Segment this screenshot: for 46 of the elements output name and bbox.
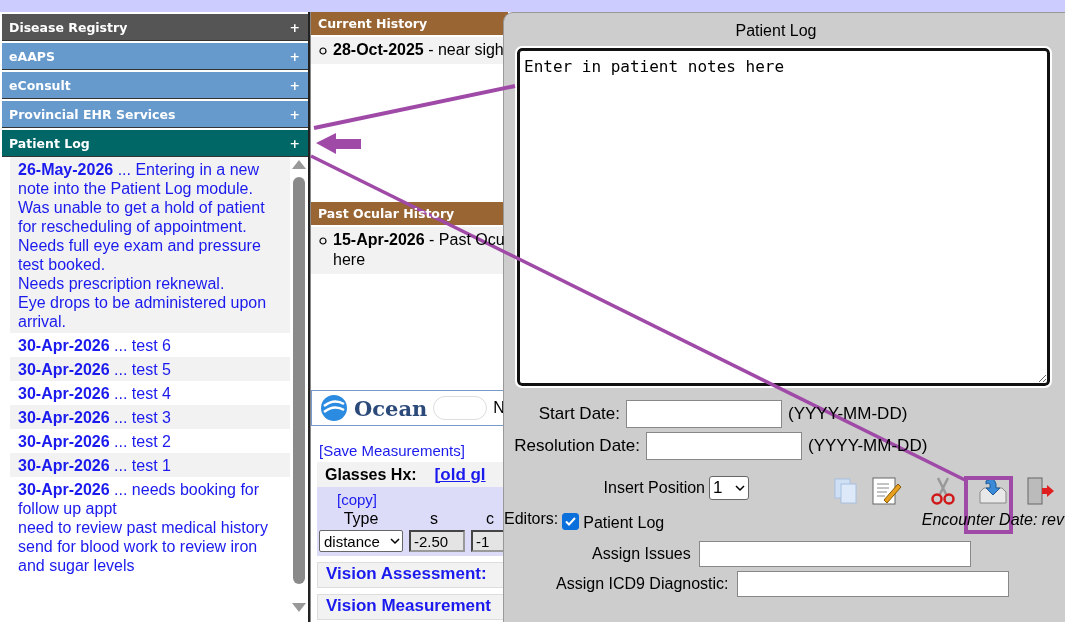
log-note[interactable]: 30-Apr-2026 ... test 3: [10, 405, 290, 429]
dialog-title: Patient Log: [734, 21, 818, 41]
section-title: Glasses Hx:: [325, 465, 417, 484]
field-label: Resolution Date:: [513, 436, 640, 456]
save-link[interactable]: [Save Measurements]: [319, 442, 465, 459]
toggle-switch[interactable]: [433, 396, 488, 420]
section-header[interactable]: Patient Log +: [2, 130, 308, 157]
type-select[interactable]: distance: [319, 530, 403, 552]
log-note[interactable]: 30-Apr-2026 ... test 5: [10, 357, 290, 381]
annotation-arrow: [316, 133, 361, 154]
chevron-icon: [390, 537, 400, 545]
expand-toggle[interactable]: +: [289, 135, 300, 151]
wave-logo-icon: [320, 394, 348, 422]
glasses-link[interactable]: [old gl: [434, 464, 486, 485]
notes-field[interactable]: Enter in patient notes here: [517, 48, 1050, 386]
checkbox[interactable]: [562, 512, 580, 530]
scissors-icon[interactable]: [930, 477, 956, 505]
field-label: Insert Position: [603, 479, 705, 497]
section-header: Current History: [318, 16, 428, 31]
edit-icon[interactable]: [872, 476, 902, 506]
bullet-icon: [319, 47, 327, 55]
column-header: s: [429, 510, 439, 528]
start-date-field[interactable]: [626, 400, 782, 428]
position-select[interactable]: 1: [709, 476, 749, 500]
chevron-icon: [735, 484, 745, 492]
sphere-field[interactable]: -2.50: [409, 530, 465, 552]
field-label: Editors:: [504, 510, 559, 528]
checkmark-icon: [565, 516, 577, 526]
issues-field[interactable]: [698, 541, 971, 567]
field-label: Assign Issues: [592, 545, 691, 563]
expand-toggle[interactable]: +: [289, 19, 300, 35]
resolution-date-field[interactable]: [646, 432, 802, 460]
logo-text: Ocean: [354, 395, 428, 421]
checkbox-label: Patient Log: [583, 514, 665, 532]
field-label: Assign ICD9 Diagnostic:: [556, 575, 729, 593]
diagnostic-field[interactable]: [736, 571, 1009, 597]
field-label: Start Date:: [537, 404, 620, 424]
bullet-icon: [319, 237, 327, 245]
column-header: Type: [342, 510, 380, 528]
log-note[interactable]: 30-Apr-2026 ... test 1: [10, 453, 290, 477]
label: N: [493, 399, 505, 417]
history-entry: 28-Oct-2025 - near sigh: [333, 40, 504, 60]
section-header[interactable]: Disease Registry +: [2, 14, 308, 41]
column-header: c: [485, 510, 495, 528]
log-note[interactable]: 26-May-2026 ... Entering in a new note into the Patient Log module. Was unable to get a hold of patient for rescheduling of appointment. Needs full eye exam and pressure test booked. Needs prescription reknewal. Eye drops to be administered upon arrival.: [10, 157, 290, 333]
exit-icon[interactable]: [1026, 476, 1056, 506]
